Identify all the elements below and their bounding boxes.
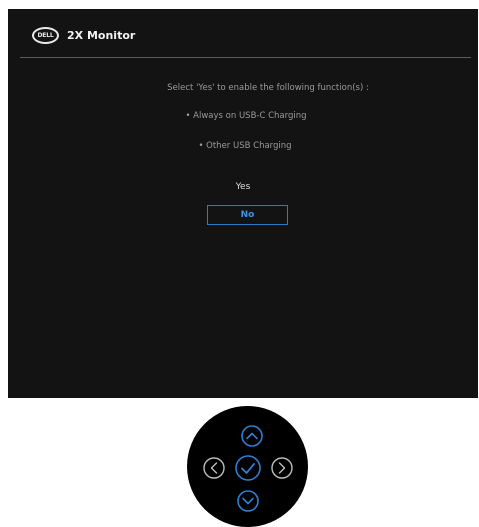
function-item-usbc-charging: • Always on USB-C Charging (185, 111, 307, 121)
header-divider (20, 57, 471, 58)
dell-logo: DELL (32, 27, 59, 44)
osd-title: 2X Monitor (67, 29, 136, 42)
osd-header: DELL 2X Monitor (8, 9, 478, 59)
joystick-base (187, 406, 308, 527)
usb-charging-prompt: Select 'Yes' to enable the following fun… (167, 83, 369, 93)
osd-window: DELL 2X Monitor Select 'Yes' to enable t… (8, 9, 478, 398)
yes-option[interactable]: Yes (8, 181, 478, 194)
joystick-controller (187, 406, 308, 527)
no-option[interactable]: No (207, 205, 288, 225)
logo-text: DELL (37, 32, 54, 39)
function-item-usb-charging: • Other USB Charging (198, 141, 292, 151)
